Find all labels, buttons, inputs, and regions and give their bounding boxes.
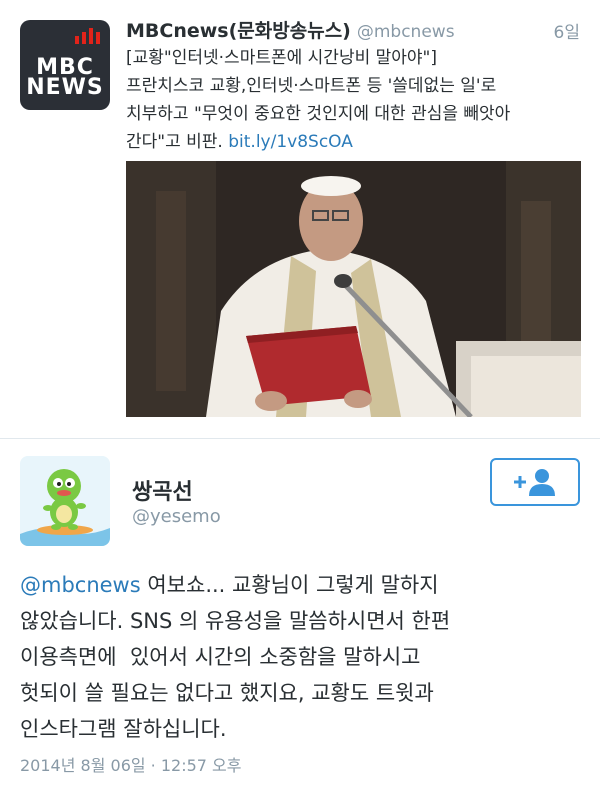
tweet-text: @mbcnews 여보쇼... 교황님이 그렇게 말하지 않았습니다. SNS … <box>20 567 585 747</box>
quoted-text-line: [교황"인터넷·스마트폰에 시간낭비 말아야"] <box>126 48 437 68</box>
yesemo-avatar[interactable] <box>20 456 110 546</box>
quoted-tweet-link[interactable]: bit.ly/1v8ScOA <box>228 132 353 152</box>
tweet-timestamp: 2014년 8월 06일 · 12:57 오후 <box>20 756 242 775</box>
author-handle[interactable]: @yesemo <box>132 506 221 527</box>
pope-photo-illustration <box>126 161 581 417</box>
tweet-text-line: @mbcnews 여보쇼... 교황님이 그렇게 말하지 <box>20 567 585 603</box>
quoted-author-name[interactable]: MBCnews(문화방송뉴스) <box>126 20 351 42</box>
mbc-logo-bars-icon <box>75 28 100 44</box>
mbcnews-avatar[interactable]: MBC NEWS <box>20 20 110 110</box>
follow-button[interactable] <box>490 458 580 506</box>
tweet-text-line-rest: 여보쇼... 교황님이 그렇게 말하지 <box>140 573 439 597</box>
tweet-detail-page: MBC NEWS MBCnews(문화방송뉴스) @mbcnews 6일 [교황"… <box>0 0 600 795</box>
quoted-tweet[interactable]: MBC NEWS MBCnews(문화방송뉴스) @mbcnews 6일 [교황"… <box>0 0 600 438</box>
quoted-text-line: 프란치스코 교황,인터넷·스마트폰 등 '쓸데없는 일'로 <box>126 76 497 96</box>
tweet-text-line: 헛되이 쓸 필요는 없다고 했지요, 교황도 트윗과 <box>20 681 434 705</box>
tweet-text-line: 않았습니다. SNS 의 유용성을 말씀하시면서 한편 <box>20 609 451 633</box>
author-name[interactable]: 쌍곡선 <box>132 474 193 506</box>
tweet-photo[interactable] <box>126 161 581 417</box>
quoted-text-line-end: 간다"고 비판. <box>126 132 223 152</box>
tweet-text-line: 인스타그램 잘하십니다. <box>20 717 227 741</box>
green-dinosaur-mascot-icon <box>20 456 110 546</box>
tweet-text-line: 이용측면에 있어서 시간의 소중함을 말하시고 <box>20 645 421 669</box>
quoted-text-line: 치부하고 "무엇이 중요한 것인지에 대한 관심을 빼앗아 <box>126 104 511 124</box>
quoted-tweet-header: MBCnews(문화방송뉴스) @mbcnews 6일 <box>126 16 580 43</box>
quoted-text-line: 간다"고 비판. bit.ly/1v8ScOA <box>126 128 581 156</box>
mbc-logo: MBC NEWS <box>20 57 110 100</box>
mbc-logo-line2: NEWS <box>26 75 104 100</box>
quoted-tweet-time: 6일 <box>553 23 580 43</box>
quoted-author-handle[interactable]: @mbcnews <box>357 22 455 42</box>
quoted-tweet-text: [교황"인터넷·스마트폰에 시간낭비 말아야"] 프란치스코 교황,인터넷·스마… <box>126 44 581 156</box>
add-user-icon <box>514 469 555 496</box>
tweet-divider <box>0 438 600 439</box>
mention-link[interactable]: @mbcnews <box>20 573 141 597</box>
